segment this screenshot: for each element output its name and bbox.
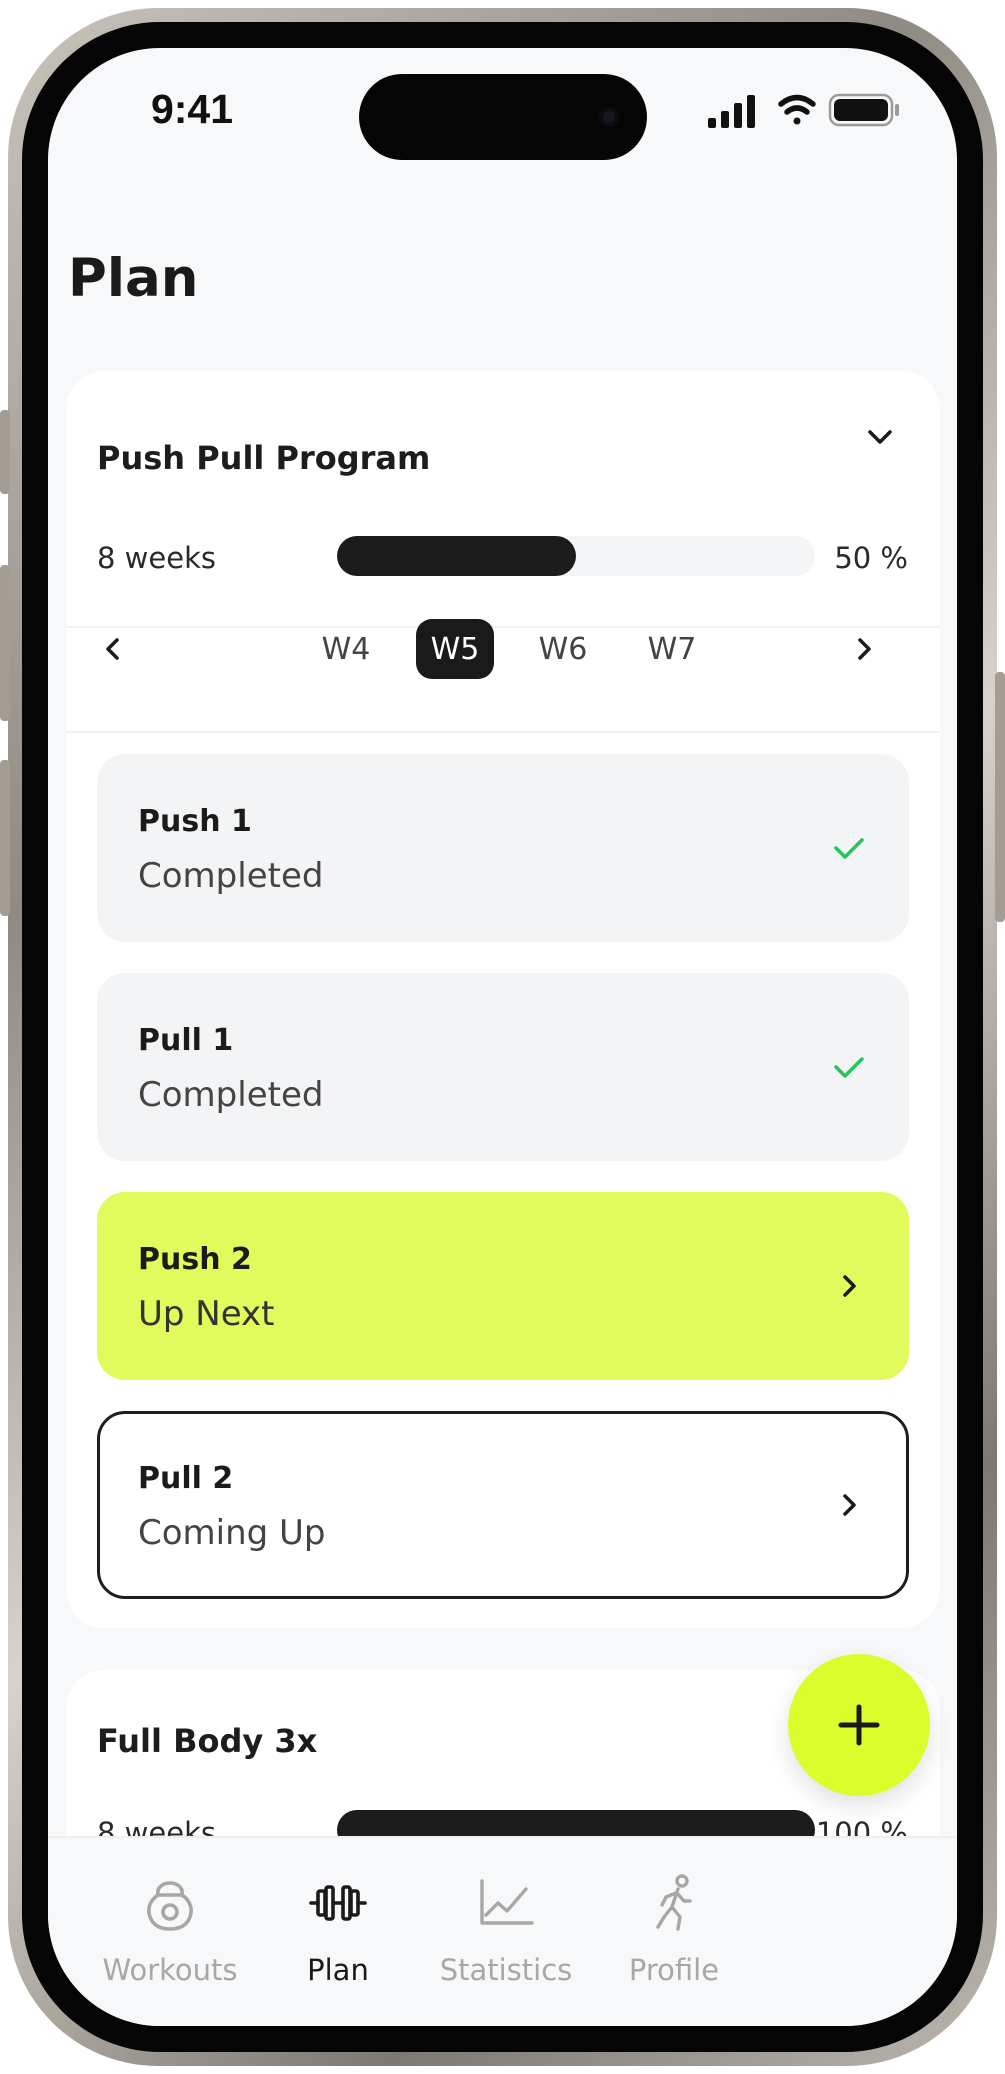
person-icon xyxy=(656,1874,692,1931)
status-icons xyxy=(708,92,908,132)
program-card: Push Pull Program 8 weeks 50 % W4 W5 W6 … xyxy=(66,371,940,1628)
add-button[interactable] xyxy=(788,1654,930,1796)
tab-label: Profile xyxy=(628,1953,720,1987)
battery-icon xyxy=(828,93,899,127)
next-week-button[interactable] xyxy=(841,626,887,672)
dumbbell-icon xyxy=(309,1885,367,1921)
tab-label: Statistics xyxy=(439,1953,573,1987)
tab-label: Workouts xyxy=(102,1953,238,1987)
signal-icon xyxy=(708,95,755,128)
program-progress-fill xyxy=(337,536,576,576)
session-name: Pull 2 xyxy=(138,1461,234,1496)
checkmark-icon xyxy=(834,1057,864,1078)
session-status: Coming Up xyxy=(138,1513,326,1553)
week-tab-w6[interactable]: W6 xyxy=(524,619,602,679)
tab-profile[interactable]: Profile xyxy=(584,1838,764,2026)
plus-icon xyxy=(838,1704,880,1746)
program-progress-bar xyxy=(337,536,815,576)
checkmark-icon xyxy=(834,838,864,859)
front-camera xyxy=(599,107,619,127)
tab-statistics[interactable]: Statistics xyxy=(416,1838,596,2026)
tab-workouts[interactable]: Workouts xyxy=(80,1838,260,2026)
chevron-right-icon xyxy=(843,1275,856,1297)
week-tab-w7[interactable]: W7 xyxy=(633,619,711,679)
wifi-icon xyxy=(778,94,816,125)
chevron-down-icon[interactable] xyxy=(858,415,902,459)
session-pull-2[interactable]: Pull 2 Coming Up xyxy=(97,1411,909,1599)
line-chart-icon xyxy=(480,1879,534,1925)
session-pull-1[interactable]: Pull 1 Completed xyxy=(97,973,909,1161)
volume-up-button xyxy=(0,565,10,721)
session-name: Pull 1 xyxy=(138,1023,234,1058)
session-push-1[interactable]: Push 1 Completed xyxy=(97,754,909,942)
session-push-2[interactable]: Push 2 Up Next xyxy=(97,1192,909,1380)
kettlebell-icon xyxy=(147,1881,193,1931)
tab-plan[interactable]: Plan xyxy=(248,1838,428,2026)
program-progress-label: 50 % xyxy=(834,541,908,575)
tab-label: Plan xyxy=(307,1953,369,1987)
tab-bar: Workouts Plan Statistics Profile xyxy=(48,1836,957,2026)
session-status: Completed xyxy=(138,856,324,896)
status-time: 9:41 xyxy=(150,86,234,132)
divider xyxy=(66,626,940,628)
action-button xyxy=(0,410,10,494)
program-duration: 8 weeks xyxy=(97,541,216,575)
program-title: Push Pull Program xyxy=(97,439,431,477)
dynamic-island xyxy=(359,74,647,160)
divider xyxy=(66,731,940,733)
volume-down-button xyxy=(0,760,10,916)
session-name: Push 1 xyxy=(138,804,252,839)
session-status: Up Next xyxy=(138,1294,275,1334)
session-status: Completed xyxy=(138,1075,324,1115)
week-tab-w4[interactable]: W4 xyxy=(307,619,385,679)
chevron-right-icon xyxy=(843,1494,856,1516)
power-button xyxy=(995,672,1005,922)
program-title: Full Body 3x xyxy=(97,1722,318,1760)
screen: 9:41 Plan Push Pull Program 8 weeks 50 %… xyxy=(48,48,957,2026)
previous-week-button[interactable] xyxy=(90,626,136,672)
page-title: Plan xyxy=(68,248,199,309)
session-name: Push 2 xyxy=(138,1242,252,1277)
week-tab-w5[interactable]: W5 xyxy=(416,619,494,679)
